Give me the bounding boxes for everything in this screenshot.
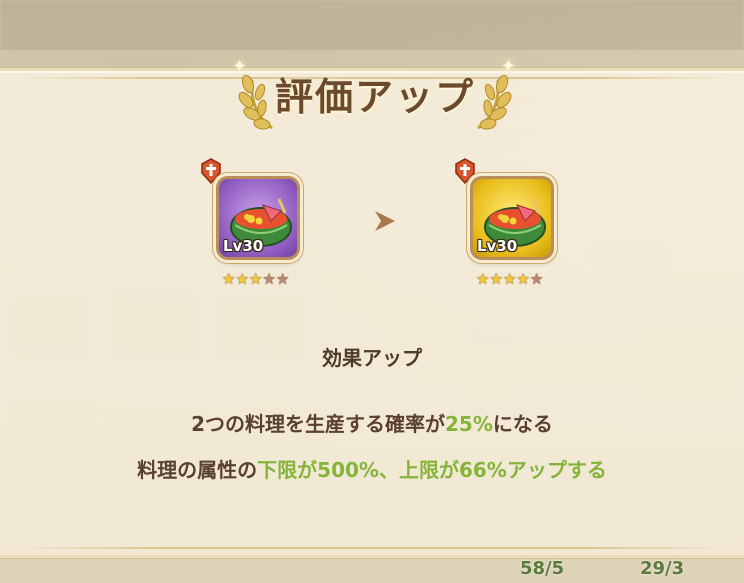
effect-text: 2つの料理を生産する確率が xyxy=(191,412,446,436)
star-icon: ★ xyxy=(222,270,236,288)
star-icon: ★ xyxy=(529,270,544,288)
bg-counter-left: 58/5 xyxy=(520,558,565,579)
title-banner: ✦ ✦ 評価アップ xyxy=(230,56,520,136)
star-icon: ★ xyxy=(489,270,503,288)
popup-panel[interactable] xyxy=(0,68,744,558)
effect-text: になる xyxy=(492,412,553,436)
star-icon: ★ xyxy=(248,270,263,288)
effect-value: 下限が500%、 xyxy=(257,458,399,482)
popup-title: 評価アップ xyxy=(274,75,475,119)
star-icon: ★ xyxy=(516,270,530,288)
star-rating-before: ★ ★ ★ ★ ★ xyxy=(222,272,289,287)
arrow-right-icon xyxy=(375,211,395,231)
effect-description-2: 料理の属性の下限が500%、上限が66%アップする xyxy=(0,454,744,483)
star-icon: ★ xyxy=(262,270,276,288)
effect-value: 25% xyxy=(445,412,493,436)
star-icon: ★ xyxy=(476,270,490,288)
effect-heading: 効果アップ xyxy=(322,346,422,370)
food-card-after: Lv30 xyxy=(470,176,554,260)
level-label: Lv30 xyxy=(477,237,518,255)
star-icon: ★ xyxy=(502,270,517,288)
food-card-before: Lv30 xyxy=(216,176,300,260)
star-icon: ★ xyxy=(235,270,249,288)
bg-counter-right: 29/3 xyxy=(640,558,685,579)
level-label: Lv30 xyxy=(223,237,264,255)
effect-value: 上限が66% xyxy=(398,458,507,482)
effect-description-1: 2つの料理を生産する確率が25%になる xyxy=(0,408,744,437)
effect-text: 料理の属性の xyxy=(137,458,258,482)
star-icon: ★ xyxy=(275,270,290,288)
effect-value: アップする xyxy=(506,458,607,482)
star-rating-after: ★ ★ ★ ★ ★ xyxy=(476,272,543,287)
